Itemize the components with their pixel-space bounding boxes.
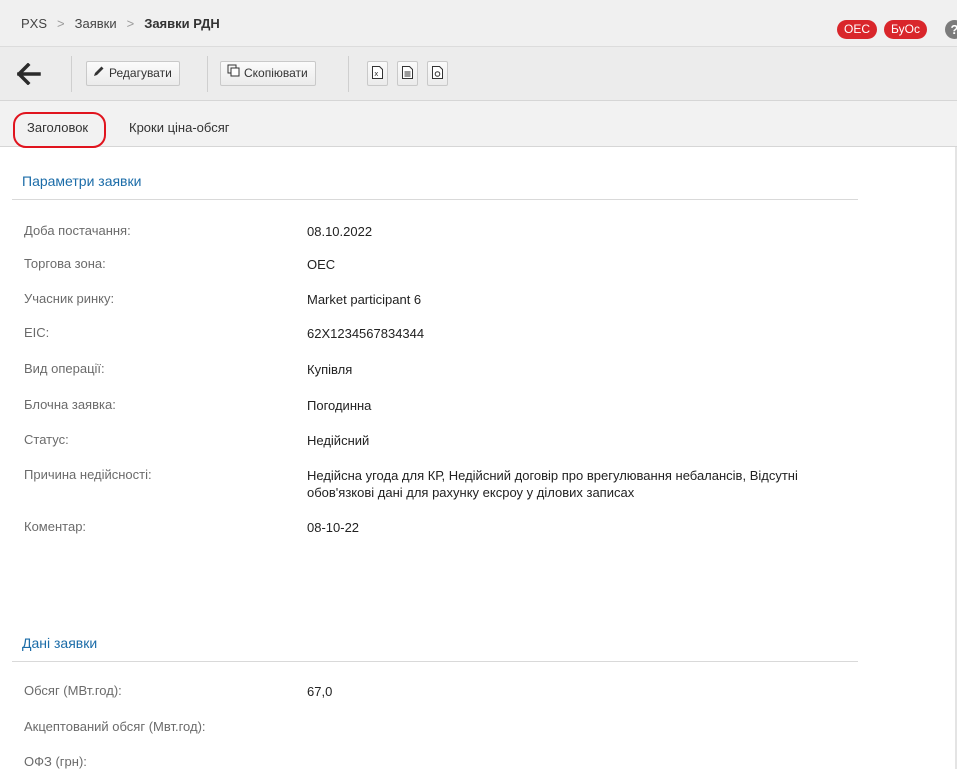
toolbar-divider [207, 56, 208, 92]
field-value-block-bid: Погодинна [307, 398, 372, 413]
field-label: Учасник ринку: [24, 291, 115, 306]
field-label: Вид операції: [24, 361, 105, 376]
field-value-trading-zone: OEC [307, 257, 336, 272]
main-content: Параметри заявки Доба постачання: 08.10.… [0, 147, 957, 769]
breadcrumb-separator: > [126, 16, 135, 31]
field-label: Блочна заявка: [24, 397, 116, 412]
back-arrow-icon[interactable] [16, 62, 41, 86]
copy-button[interactable]: Скопіювати [220, 61, 316, 86]
document-icon [402, 66, 413, 80]
section-title-request-data: Дані заявки [22, 635, 98, 651]
field-value-status: Недійсний [307, 433, 370, 448]
toolbar: Редагувати Скопіювати x [0, 47, 957, 101]
field-value-operation-type: Купівля [307, 362, 353, 377]
breadcrumb-root[interactable]: PXS [21, 16, 47, 31]
field-value-volume: 67,0 [307, 684, 333, 699]
toolbar-divider [71, 56, 72, 92]
breadcrumb: PXS > Заявки > Заявки РДН [21, 16, 220, 31]
tab-bar: Заголовок Кроки ціна-обсяг [0, 101, 957, 147]
copy-icon [227, 62, 240, 85]
buoc-badge[interactable]: БуОс [884, 20, 927, 39]
field-label: Обсяг (МВт.год): [24, 683, 122, 698]
field-value-eic: 62X1234567834344 [307, 326, 425, 341]
field-value-market-participant: Market participant 6 [307, 292, 422, 307]
export-document-button[interactable] [397, 61, 418, 86]
toolbar-divider [348, 56, 349, 92]
field-label: Доба постачання: [24, 223, 131, 238]
breadcrumb-separator: > [57, 16, 65, 31]
breadcrumb-requests[interactable]: Заявки [75, 16, 117, 31]
field-label: Торгова зона: [24, 256, 106, 271]
section-title-params: Параметри заявки [22, 173, 142, 189]
field-label: ОФЗ (грн): [24, 754, 87, 769]
field-label: EIC: [24, 325, 50, 340]
export-pdf-button[interactable] [427, 61, 448, 86]
field-label: Причина недійсності: [24, 467, 152, 482]
excel-export-icon: x [372, 66, 383, 80]
top-bar: PXS > Заявки > Заявки РДН OEC БуОс ? [0, 0, 957, 47]
field-label: Коментар: [24, 519, 87, 534]
field-label: Статус: [24, 432, 69, 447]
pencil-icon [93, 62, 105, 85]
field-value-delivery-day: 08.10.2022 [307, 224, 373, 239]
edit-button[interactable]: Редагувати [86, 61, 180, 86]
field-label: Акцептований обсяг (Мвт.год): [24, 719, 206, 734]
red-highlight-annotation [13, 112, 106, 148]
copy-button-label: Скопіювати [244, 66, 308, 80]
section-divider [12, 661, 858, 662]
edit-button-label: Редагувати [109, 66, 172, 80]
pdf-icon [432, 66, 443, 80]
help-icon[interactable]: ? [945, 20, 957, 39]
section-divider [12, 199, 858, 200]
export-excel-button[interactable]: x [367, 61, 388, 86]
breadcrumb-current: Заявки РДН [144, 16, 220, 31]
oec-badge[interactable]: OEC [837, 20, 878, 39]
tab-price-volume-steps[interactable]: Кроки ціна-обсяг [129, 120, 229, 135]
field-value-invalidity-reason: Недійсна угода для КР, Недійсний договір… [307, 468, 798, 500]
svg-text:x: x [374, 70, 378, 78]
field-value-comment: 08-10-22 [307, 520, 360, 535]
